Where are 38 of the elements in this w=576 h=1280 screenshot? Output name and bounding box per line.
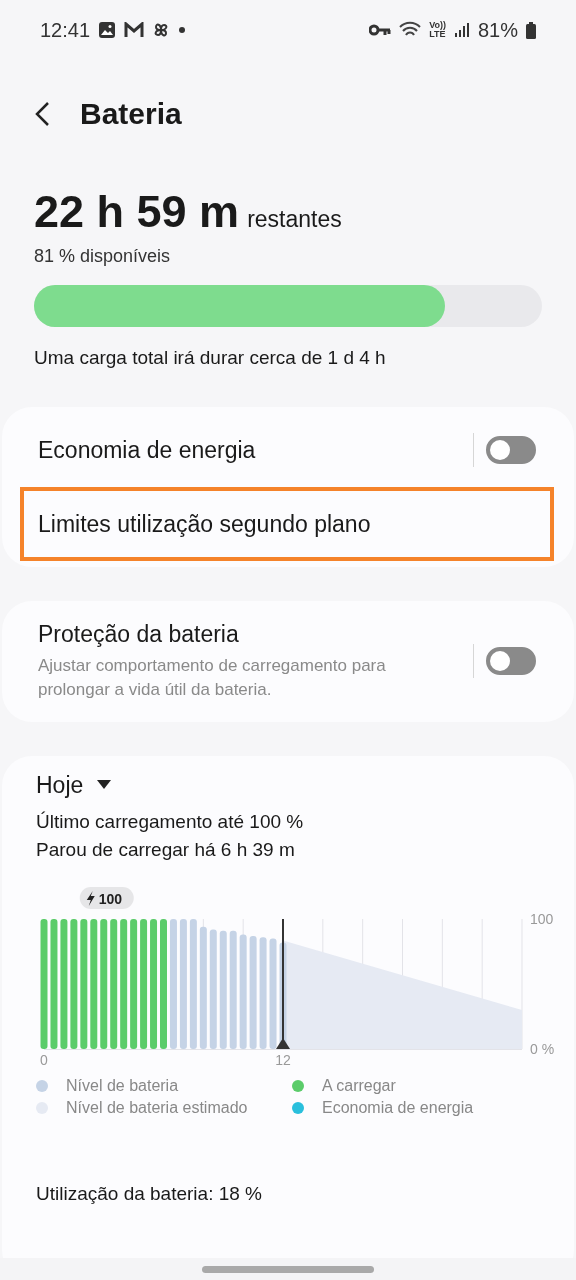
charge-info: Último carregamento até 100 % bbox=[36, 810, 305, 833]
toggle-switch[interactable] bbox=[486, 436, 536, 464]
dot-icon bbox=[178, 26, 187, 34]
legend-label: A carregar bbox=[322, 1076, 396, 1095]
y-axis-label: 100 bbox=[530, 910, 554, 927]
signal-icon bbox=[453, 22, 470, 38]
y-axis-label: 0 % bbox=[530, 1040, 555, 1057]
setting-description: Ajustar comportamento de carregamento para prolongar a vida útil da bateria. bbox=[38, 655, 387, 701]
setting-label: Economia de energia bbox=[38, 436, 257, 464]
image-icon bbox=[98, 21, 117, 39]
x-axis-label: 12 bbox=[275, 1051, 291, 1068]
legend-label: Economia de energia bbox=[322, 1098, 474, 1117]
setting-row[interactable]: Proteção da bateria Ajustar comportamento de carregamento para prolongar a vida útil da bateria. bbox=[20, 607, 554, 716]
battery-percent: 81% bbox=[477, 18, 518, 42]
legend-label: Nível de bateria bbox=[66, 1076, 179, 1095]
setting-label: Proteção da bateria bbox=[38, 621, 240, 648]
volte-indicator: Vo)) LTE bbox=[429, 21, 446, 39]
battery-icon bbox=[526, 21, 536, 39]
battery-usage-total: Utilização da bateria: 18 % bbox=[36, 1182, 263, 1205]
setting-row[interactable]: Economia de energia bbox=[20, 413, 554, 487]
toggle-switch[interactable] bbox=[486, 647, 536, 676]
full-charge-text: Uma carga total irá durar cerca de 1 d 4 h bbox=[34, 347, 387, 369]
x-axis-label: 0 bbox=[40, 1051, 48, 1068]
mail-icon bbox=[124, 22, 145, 38]
legend-label: Nível de bateria estimado bbox=[66, 1098, 248, 1117]
highlighted-setting-row[interactable]: Limites utilização segundo plano bbox=[20, 487, 554, 561]
nav-handle[interactable] bbox=[202, 1265, 374, 1273]
key-icon bbox=[369, 24, 392, 36]
charge-info: Parou de carregar há 6 h 39 m bbox=[36, 838, 296, 861]
caret-icon bbox=[97, 780, 112, 791]
charge-badge: 100 bbox=[79, 886, 134, 909]
time-remaining-suffix: restantes bbox=[247, 206, 342, 233]
status-time: 12:41 bbox=[40, 18, 91, 42]
time-remaining: 22 h 59 m bbox=[34, 186, 240, 238]
setting-label: Limites utilização segundo plano bbox=[38, 510, 372, 538]
available-text: 81 % disponíveis bbox=[34, 246, 172, 267]
period-dropdown[interactable]: Hoje bbox=[36, 771, 112, 799]
page-title: Bateria bbox=[80, 97, 182, 131]
